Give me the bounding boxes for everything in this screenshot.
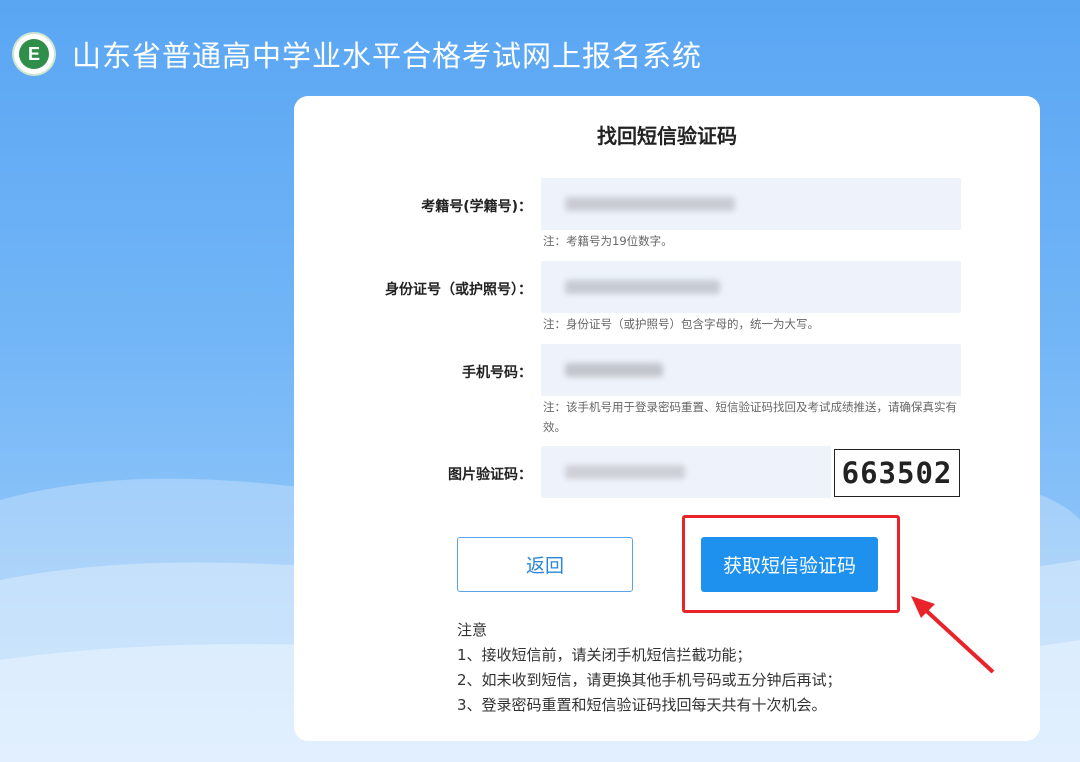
form-title: 找回短信验证码 — [597, 124, 737, 148]
phone-label: 手机号码： — [462, 365, 532, 381]
masked-value — [565, 197, 735, 211]
tips-section: 注意 1、接收短信前，请关闭手机短信拦截功能； 2、如未收到短信，请更换其他手机… — [457, 618, 842, 718]
back-button[interactable]: 返回 — [457, 537, 633, 592]
exam-id-input[interactable] — [541, 178, 961, 230]
exam-id-note: 注：考籍号为19位数字。 — [543, 234, 673, 248]
captcha-image[interactable]: 663502 — [834, 449, 960, 497]
masked-value — [565, 465, 685, 479]
id-card-note: 注：身份证号（或护照号）包含字母的，统一为大写。 — [543, 317, 819, 331]
tips-heading: 注意 — [457, 621, 488, 639]
masked-value — [565, 363, 663, 377]
highlight-box — [682, 515, 900, 613]
tip-item: 2、如未收到短信，请更换其他手机号码或五分钟后再试； — [457, 671, 842, 689]
site-title: 山东省普通高中学业水平合格考试网上报名系统 — [72, 39, 703, 73]
site-header: E 山东省普通高中学业水平合格考试网上报名系统 — [14, 30, 702, 78]
id-card-label: 身份证号（或护照号）： — [385, 282, 532, 298]
site-logo: E — [14, 34, 54, 74]
phone-note: 注：该手机号用于登录密码重置、短信验证码找回及考试成绩推送，请确保真实有效。 — [543, 400, 957, 434]
phone-input[interactable] — [541, 344, 961, 396]
tip-item: 3、登录密码重置和短信验证码找回每天共有十次机会。 — [457, 696, 827, 714]
captcha-input[interactable] — [541, 446, 831, 498]
masked-value — [565, 280, 720, 294]
red-arrow-icon — [911, 596, 995, 674]
captcha-label: 图片验证码： — [448, 467, 532, 483]
id-card-input[interactable] — [541, 261, 961, 313]
tip-item: 1、接收短信前，请关闭手机短信拦截功能； — [457, 646, 752, 664]
logo-letter: E — [19, 39, 49, 69]
exam-id-label: 考籍号(学籍号)： — [421, 199, 532, 215]
